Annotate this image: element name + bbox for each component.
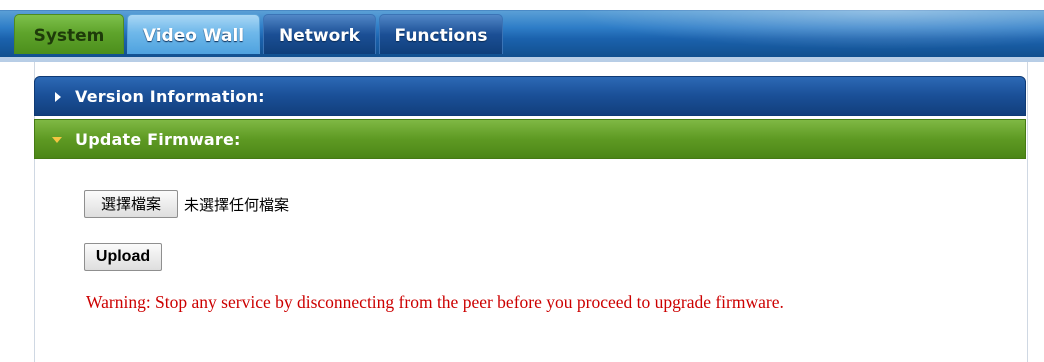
tab-network[interactable]: Network: [263, 14, 376, 54]
tab-system[interactable]: System: [14, 14, 124, 54]
section-title: Version Information:: [75, 87, 265, 106]
tab-video-wall[interactable]: Video Wall: [127, 14, 260, 54]
collapsed-arrow-icon: [55, 92, 61, 102]
upload-button[interactable]: Upload: [84, 243, 162, 271]
expanded-arrow-icon: [52, 137, 62, 143]
tab-functions[interactable]: Functions: [379, 14, 503, 54]
section-version-information[interactable]: Version Information:: [34, 76, 1026, 116]
header-gloss: [520, 10, 1044, 56]
file-input: 選擇檔案 未選擇任何檔案: [84, 190, 289, 218]
tab-bar: System Video Wall Network Functions: [14, 14, 506, 54]
file-status-text: 未選擇任何檔案: [184, 195, 290, 214]
warning-message: Warning: Stop any service by disconnecti…: [86, 292, 784, 312]
section-update-firmware[interactable]: Update Firmware:: [34, 119, 1026, 159]
section-title: Update Firmware:: [75, 130, 241, 149]
choose-file-button[interactable]: 選擇檔案: [84, 190, 178, 218]
